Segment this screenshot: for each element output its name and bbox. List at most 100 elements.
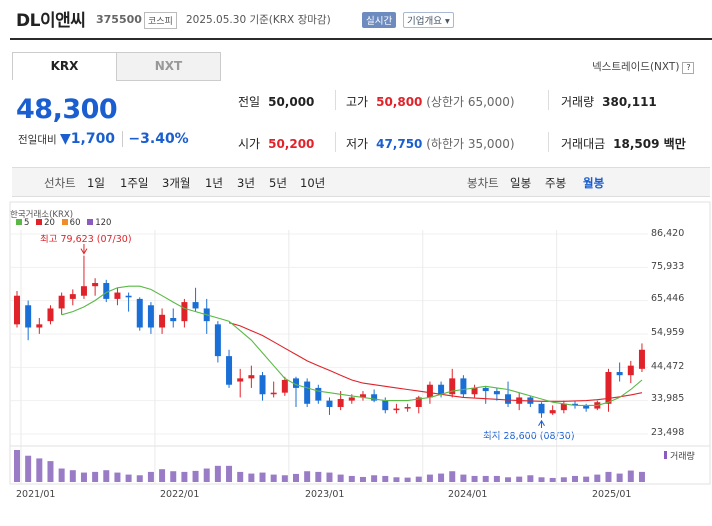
volume-bar xyxy=(237,471,244,482)
volume-bar xyxy=(326,472,333,482)
candle-body xyxy=(438,384,445,395)
candle-body xyxy=(181,302,188,322)
candle-body xyxy=(505,394,512,404)
candle-body xyxy=(315,387,322,401)
volume-bar xyxy=(627,470,634,482)
candle-body xyxy=(58,295,65,309)
volume-bar xyxy=(594,474,601,482)
volume-bar xyxy=(14,450,20,482)
volume-bar xyxy=(47,461,54,482)
candle-body xyxy=(426,384,433,398)
candle-body xyxy=(638,349,645,369)
candle-body xyxy=(170,317,177,322)
volume-bar xyxy=(25,455,32,482)
volume-bar xyxy=(159,469,166,482)
candle-body xyxy=(304,381,311,404)
volume-bar xyxy=(538,477,545,482)
chart-frame xyxy=(9,201,711,485)
candle-body xyxy=(281,379,288,393)
volume-bar xyxy=(92,471,99,482)
volume-bar xyxy=(382,475,389,482)
candle-body xyxy=(493,391,500,395)
volume-bar xyxy=(248,473,255,482)
volume-bar xyxy=(393,477,400,482)
volume-bar xyxy=(404,477,411,482)
volume-bar xyxy=(80,472,87,482)
candle-body xyxy=(259,375,266,395)
volume-bar xyxy=(281,475,288,482)
volume-bar xyxy=(36,458,43,482)
volume-bar xyxy=(214,465,221,482)
candle-body xyxy=(248,375,255,379)
volume-bar xyxy=(516,476,523,482)
volume-bar xyxy=(337,474,344,482)
volume-bar xyxy=(315,471,322,482)
candle-body xyxy=(226,356,233,385)
candle-body xyxy=(14,295,20,325)
volume-bar xyxy=(203,468,210,482)
volume-bar xyxy=(114,472,121,482)
candle-body xyxy=(482,387,489,392)
candle-body xyxy=(125,295,132,298)
candle-body xyxy=(214,324,221,357)
volume-bar xyxy=(605,471,612,482)
candle-body xyxy=(627,365,634,376)
volume-bar xyxy=(638,471,645,482)
candle-body xyxy=(616,372,623,376)
volume-bar xyxy=(226,465,233,482)
candle-body xyxy=(92,283,99,287)
candle-body xyxy=(192,302,199,309)
volume-bar xyxy=(270,474,277,482)
volume-bar xyxy=(471,475,478,482)
candle-body xyxy=(136,298,143,328)
candle-body xyxy=(47,308,54,322)
volume-bar xyxy=(426,474,433,482)
candle-body xyxy=(159,314,166,328)
candle-body xyxy=(382,400,389,411)
volume-bar xyxy=(371,475,378,482)
candle-body xyxy=(460,378,467,395)
volume-bar xyxy=(616,473,623,482)
volume-bar xyxy=(58,468,65,482)
volume-bar xyxy=(348,475,355,482)
volume-bar xyxy=(136,475,143,482)
volume-bar xyxy=(449,471,456,482)
candle-body xyxy=(404,406,411,409)
volume-bar xyxy=(482,475,489,482)
volume-bar xyxy=(549,477,556,482)
volume-bar xyxy=(192,470,199,482)
volume-bar xyxy=(259,472,266,482)
volume-bar xyxy=(125,474,132,482)
volume-bar xyxy=(527,475,534,482)
candle-body xyxy=(560,403,567,411)
candle-body xyxy=(36,324,43,328)
price-chart[interactable] xyxy=(0,0,712,526)
candle-body xyxy=(538,403,545,414)
candle-body xyxy=(471,387,478,395)
volume-bar xyxy=(181,471,188,482)
volume-bar xyxy=(103,470,110,482)
candle-body xyxy=(25,305,32,328)
ma5-line xyxy=(61,285,643,406)
volume-bar xyxy=(415,476,422,482)
volume-bar xyxy=(359,476,366,482)
volume-bar xyxy=(493,475,500,482)
candle-body xyxy=(270,392,277,395)
volume-bar xyxy=(147,471,154,482)
volume-bar xyxy=(460,474,467,482)
candle-body xyxy=(549,410,556,414)
volume-bar xyxy=(583,476,590,482)
candle-body xyxy=(337,399,344,407)
candle-body xyxy=(114,292,121,299)
volume-bar xyxy=(438,473,445,482)
candle-body xyxy=(69,294,76,299)
volume-bar xyxy=(69,470,76,482)
candle-body xyxy=(80,286,87,296)
candle-body xyxy=(103,283,110,299)
volume-bar xyxy=(572,475,578,482)
candle-body xyxy=(237,378,244,382)
candle-body xyxy=(348,397,355,401)
candle-body xyxy=(393,408,400,411)
volume-bar xyxy=(293,473,299,482)
volume-bar xyxy=(505,477,512,482)
